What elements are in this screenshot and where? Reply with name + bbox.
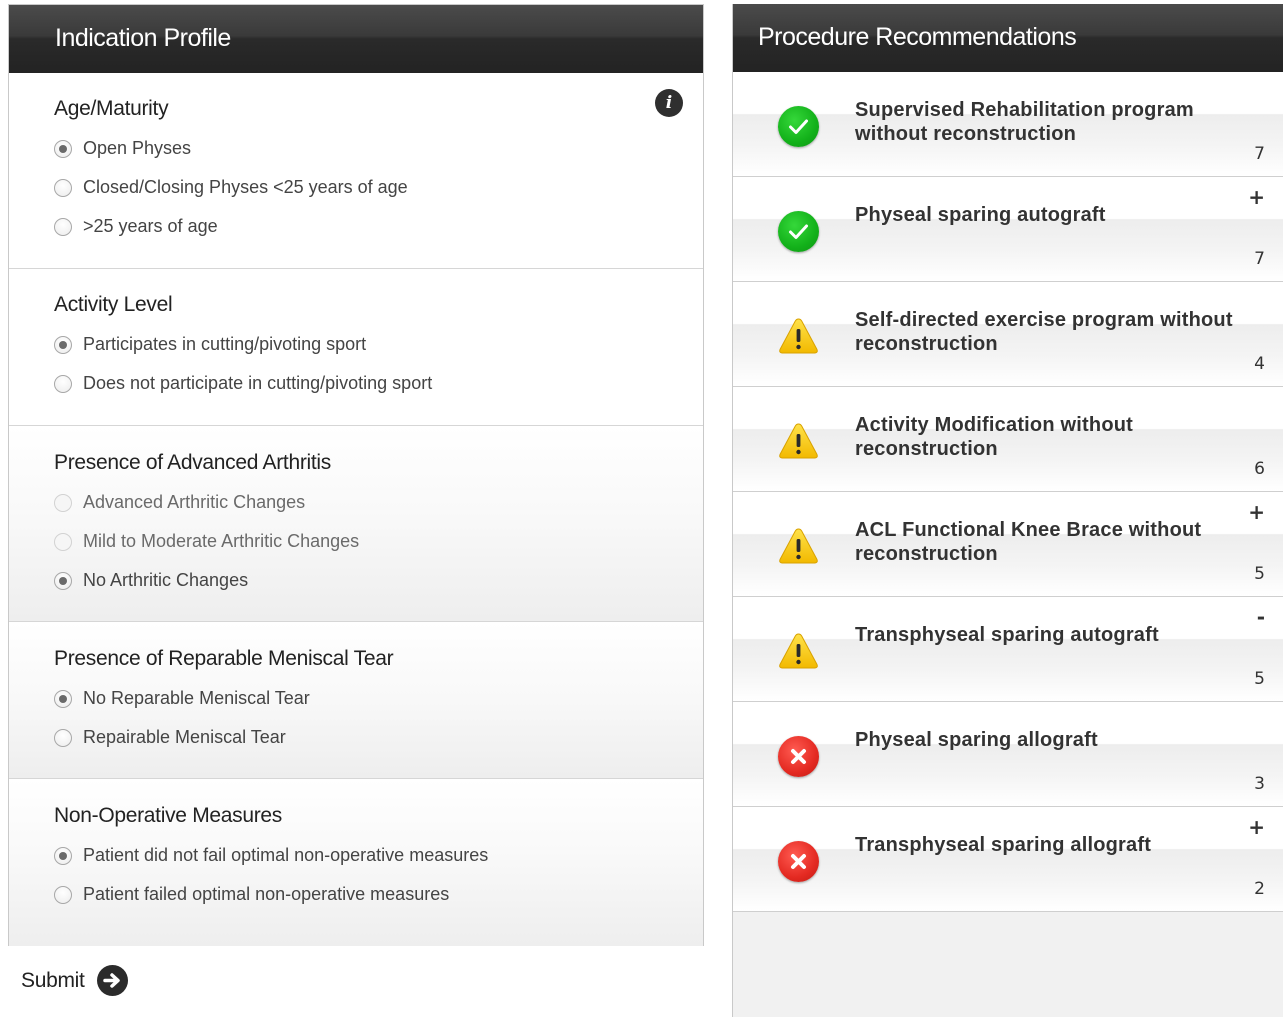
recommendation-name: Physeal sparing allograft bbox=[855, 729, 1098, 751]
section-title: Presence of Advanced Arthritis bbox=[54, 451, 331, 474]
recommendation-marker: + bbox=[1248, 185, 1265, 209]
section-title: Age/Maturity bbox=[54, 97, 169, 120]
radio-option-no-arthritic[interactable]: No Arthritic Changes bbox=[54, 561, 703, 600]
section-meniscal-tear: Presence of Reparable Meniscal Tear No R… bbox=[9, 622, 703, 779]
radio-button bbox=[54, 532, 72, 551]
recommendation-score: 3 bbox=[1254, 774, 1265, 794]
radio-option-did-not-fail[interactable]: Patient did not fail optimal non-operati… bbox=[54, 836, 703, 875]
warning-triangle-icon bbox=[778, 526, 819, 567]
radio-option-over-25[interactable]: >25 years of age bbox=[54, 207, 703, 246]
radio-button[interactable] bbox=[54, 571, 72, 590]
radio-option-not-participates[interactable]: Does not participate in cutting/pivoting… bbox=[54, 364, 703, 403]
x-circle-icon bbox=[778, 736, 819, 777]
radio-label: Patient failed optimal non-operative mea… bbox=[83, 884, 450, 904]
recommendation-name: Transphyseal sparing autograft bbox=[855, 624, 1159, 646]
recommendation-row[interactable]: Transphyseal sparing allograft +2 bbox=[733, 807, 1283, 912]
indication-profile-panel: Indication Profile i Age/Maturity Open P… bbox=[8, 4, 704, 946]
recommendation-name: Self-directed exercise program without r… bbox=[855, 309, 1233, 355]
indication-profile-header: Indication Profile bbox=[9, 5, 703, 73]
recommendation-marker: + bbox=[1248, 815, 1265, 839]
recommendation-row[interactable]: Activity Modification without reconstruc… bbox=[733, 387, 1283, 492]
info-icon[interactable]: i bbox=[655, 89, 683, 117]
procedure-recommendations-title: Procedure Recommendations bbox=[758, 23, 1077, 51]
radio-label: Advanced Arthritic Changes bbox=[83, 492, 306, 512]
radio-button[interactable] bbox=[54, 374, 72, 393]
recommendation-score: 6 bbox=[1254, 459, 1265, 479]
section-non-operative-measures: Non-Operative Measures Patient did not f… bbox=[9, 779, 703, 946]
recommendation-list: Supervised Rehabilitation program withou… bbox=[733, 72, 1283, 912]
recommendation-score: 5 bbox=[1254, 564, 1265, 584]
radio-option-open-physes[interactable]: Open Physes bbox=[54, 129, 703, 168]
radio-button[interactable] bbox=[54, 139, 72, 158]
radio-button[interactable] bbox=[54, 178, 72, 197]
recommendation-name: Activity Modification without reconstruc… bbox=[855, 414, 1134, 460]
radio-button[interactable] bbox=[54, 217, 72, 236]
section-activity-level: Activity Level Participates in cutting/p… bbox=[9, 269, 703, 426]
radio-label: Open Physes bbox=[83, 138, 192, 158]
radio-label: Mild to Moderate Arthritic Changes bbox=[83, 531, 360, 551]
recommendation-score: 4 bbox=[1254, 354, 1265, 374]
section-title: Non-Operative Measures bbox=[54, 804, 282, 827]
check-circle-icon bbox=[778, 211, 819, 252]
warning-triangle-icon bbox=[778, 421, 819, 462]
indication-profile-title: Indication Profile bbox=[55, 24, 231, 52]
arrow-right-icon[interactable] bbox=[96, 965, 128, 996]
recommendation-marker: - bbox=[1256, 605, 1265, 629]
recommendation-row[interactable]: Physeal sparing allograft 3 bbox=[733, 702, 1283, 807]
radio-option-no-reparable-tear[interactable]: No Reparable Meniscal Tear bbox=[54, 679, 703, 718]
radio-option-repairable-tear[interactable]: Repairable Meniscal Tear bbox=[54, 718, 703, 757]
recommendation-score: 2 bbox=[1254, 879, 1265, 899]
radio-label: Participates in cutting/pivoting sport bbox=[83, 334, 367, 354]
recommendation-marker: + bbox=[1248, 500, 1265, 524]
radio-option-advanced-arthritic: Advanced Arthritic Changes bbox=[54, 483, 703, 522]
warning-triangle-icon bbox=[778, 316, 819, 357]
recommendation-row[interactable]: Supervised Rehabilitation program withou… bbox=[733, 72, 1283, 177]
procedure-recommendations-header: Procedure Recommendations bbox=[733, 4, 1283, 72]
recommendation-name: Transphyseal sparing allograft bbox=[855, 834, 1152, 856]
recommendation-row[interactable]: ACL Functional Knee Brace without recons… bbox=[733, 492, 1283, 597]
radio-option-mild-moderate-arthritic: Mild to Moderate Arthritic Changes bbox=[54, 522, 703, 561]
radio-label: Closed/Closing Physes <25 years of age bbox=[83, 177, 408, 197]
section-advanced-arthritis: Presence of Advanced Arthritis Advanced … bbox=[9, 426, 703, 622]
recommendation-score: 7 bbox=[1254, 249, 1265, 269]
radio-label: Does not participate in cutting/pivoting… bbox=[83, 373, 433, 393]
radio-button[interactable] bbox=[54, 689, 72, 708]
recommendation-row[interactable]: Physeal sparing autograft +7 bbox=[733, 177, 1283, 282]
submit-label: Submit bbox=[21, 968, 85, 992]
radio-button[interactable] bbox=[54, 846, 72, 865]
radio-button[interactable] bbox=[54, 335, 72, 354]
radio-button[interactable] bbox=[54, 885, 72, 904]
submit-button[interactable]: Submit bbox=[21, 965, 128, 996]
radio-label: No Arthritic Changes bbox=[83, 570, 249, 590]
check-circle-icon bbox=[778, 106, 819, 147]
recommendation-name: Supervised Rehabilitation program withou… bbox=[855, 99, 1194, 145]
radio-option-closed-physes[interactable]: Closed/Closing Physes <25 years of age bbox=[54, 168, 703, 207]
radio-label: Patient did not fail optimal non-operati… bbox=[83, 845, 489, 865]
section-age-maturity: i Age/Maturity Open Physes Closed/Closin… bbox=[9, 73, 703, 269]
warning-triangle-icon bbox=[778, 631, 819, 672]
recommendation-row[interactable]: Transphyseal sparing autograft - 5 bbox=[733, 597, 1283, 702]
recommendation-score: 5 bbox=[1254, 669, 1265, 689]
radio-label: >25 years of age bbox=[83, 216, 218, 236]
procedure-recommendations-panel: Procedure Recommendations Supervised Reh… bbox=[732, 4, 1283, 1017]
radio-label: Repairable Meniscal Tear bbox=[83, 727, 286, 747]
radio-label: No Reparable Meniscal Tear bbox=[83, 688, 310, 708]
x-circle-icon bbox=[778, 841, 819, 882]
radio-option-failed[interactable]: Patient failed optimal non-operative mea… bbox=[54, 875, 703, 914]
recommendation-row[interactable]: Self-directed exercise program without r… bbox=[733, 282, 1283, 387]
recommendation-name: ACL Functional Knee Brace without recons… bbox=[855, 519, 1202, 565]
section-title: Activity Level bbox=[54, 293, 173, 316]
radio-button[interactable] bbox=[54, 728, 72, 747]
recommendation-name: Physeal sparing autograft bbox=[855, 204, 1106, 226]
section-title: Presence of Reparable Meniscal Tear bbox=[54, 647, 394, 670]
recommendation-score: 7 bbox=[1254, 144, 1265, 164]
radio-button bbox=[54, 493, 72, 512]
radio-option-participates[interactable]: Participates in cutting/pivoting sport bbox=[54, 325, 703, 364]
